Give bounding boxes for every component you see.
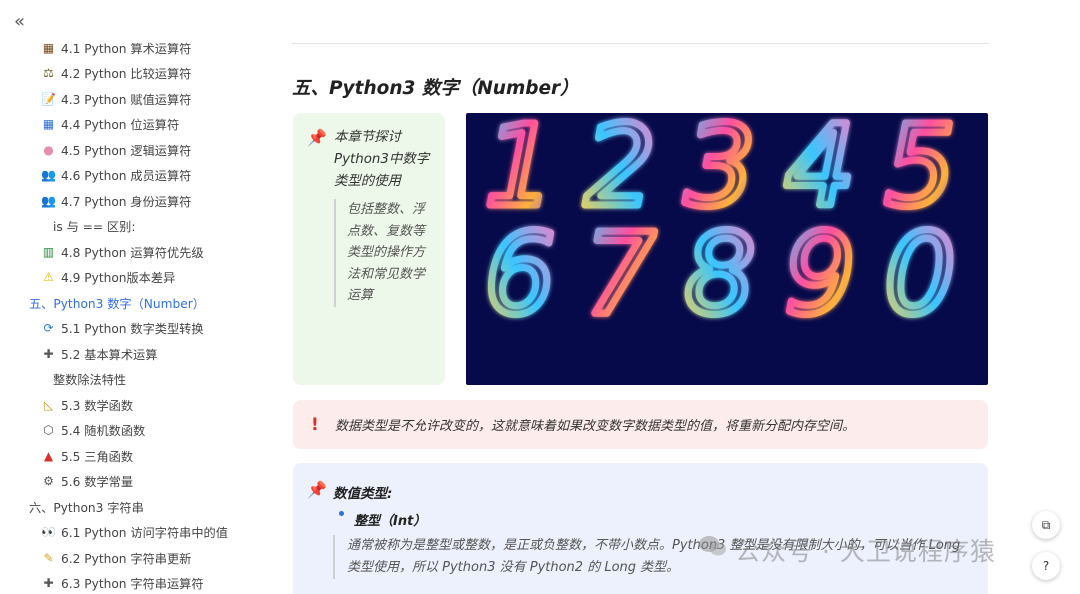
- numeric-types-callout: 📌 数值类型: 整型（Int） 通常被称为是整型或整数，是正或负整数，不带小数点…: [293, 463, 988, 594]
- toc-item[interactable]: ◺ 5.3 数学函数: [0, 392, 268, 418]
- memo-icon: 📝: [41, 91, 56, 106]
- help-button[interactable]: ?: [1032, 552, 1060, 580]
- callout-quote: 包括整数、浮点数、复数等类型的操作方法和常见数学运算: [334, 199, 435, 307]
- toc-item-label: 五、Python3 数字（Number）: [29, 296, 205, 311]
- toc-item-label: 4.3 Python 赋值运算符: [61, 92, 192, 107]
- toc-item-label: 6.1 Python 访问字符串中的值: [61, 526, 228, 541]
- toc-item[interactable]: ▥ 4.8 Python 运算符优先级: [0, 239, 268, 265]
- neon-digit: 9: [784, 210, 855, 340]
- pushpin-icon: 📌: [307, 480, 327, 499]
- section-heading: 五、Python3 数字（Number）: [292, 78, 579, 99]
- toc-item[interactable]: ⚙ 5.6 数学常量: [0, 469, 268, 495]
- dice-icon: ⬡: [43, 423, 54, 438]
- toc-item-label: 5.5 三角函数: [61, 449, 134, 464]
- refresh-icon: ⟳: [43, 321, 54, 336]
- toc-item-label: 4.8 Python 运算符优先级: [61, 245, 204, 260]
- wechat-watermark: 公众号 · 大卫说程序猿: [735, 537, 996, 566]
- toc-item-label: 六、Python3 字符串: [29, 500, 144, 515]
- abacus-icon: ▦: [42, 40, 55, 55]
- toc-item-label: 4.9 Python版本差异: [61, 271, 176, 286]
- toc-item[interactable]: ⚠ 4.9 Python版本差异: [0, 265, 268, 291]
- exclamation-icon: !: [311, 414, 319, 435]
- toc-item-label: 整数除法特性: [53, 373, 127, 388]
- toc-item[interactable]: 👥 4.7 Python 身份运算符: [0, 188, 268, 214]
- toc-item-label: 4.6 Python 成员运算符: [61, 169, 192, 184]
- warning-text: 数据类型是不允许改变的，这就意味着如果改变数字数据类型的值，将重新分配内存空间。: [335, 419, 856, 434]
- bullet-dot: [339, 511, 344, 516]
- wechat-logo-icon: [699, 536, 726, 556]
- toc-item[interactable]: 五、Python3 数字（Number）: [0, 290, 268, 316]
- int-bullet-label: 整型（Int）: [354, 514, 427, 529]
- brain-icon: ●: [43, 142, 54, 157]
- bar-chart-icon: ▥: [42, 244, 55, 259]
- toc-item-label: 5.3 数学函数: [61, 398, 134, 413]
- toc-item[interactable]: 👀 6.1 Python 访问字符串中的值: [0, 520, 268, 546]
- toc-item-label: 4.2 Python 比较运算符: [61, 67, 192, 82]
- toc-item-label: 5.6 数学常量: [61, 475, 134, 490]
- collapse-sidebar-button[interactable]: «: [14, 13, 25, 31]
- copy-page-button[interactable]: ⧉: [1032, 511, 1060, 539]
- pencil-icon: ✎: [43, 550, 54, 565]
- warning-callout: ! 数据类型是不允许改变的，这就意味着如果改变数字数据类型的值，将重新分配内存空…: [293, 400, 988, 449]
- warning-icon: ⚠: [43, 270, 54, 285]
- toc-item[interactable]: ▦ 4.1 Python 算术运算符: [0, 35, 268, 61]
- toc-item-label: 5.4 随机数函数: [61, 424, 146, 439]
- toc-item[interactable]: ▲ 5.5 三角函数: [0, 443, 268, 469]
- toc-item-label: 4.1 Python 算术运算符: [61, 41, 192, 56]
- toc-item-label: 5.2 基本算术运算: [61, 347, 158, 362]
- divider: [292, 43, 989, 44]
- grid-icon: ▦: [42, 117, 55, 132]
- toc-item[interactable]: 📝 4.3 Python 赋值运算符: [0, 86, 268, 112]
- gear-icon: ⚙: [43, 474, 54, 489]
- plus-icon: ✚: [43, 576, 54, 591]
- toc-item[interactable]: 六、Python3 字符串: [0, 494, 268, 520]
- neon-digit: 7: [584, 210, 655, 340]
- hero-image-neon-digits: 1234567890: [466, 113, 988, 385]
- toc-item[interactable]: ⬡ 5.4 随机数函数: [0, 418, 268, 444]
- toc-item[interactable]: ⚖ 4.2 Python 比较运算符: [0, 61, 268, 87]
- numeric-types-title: 数值类型:: [333, 486, 393, 502]
- neon-digit: 8: [684, 210, 755, 340]
- people-icon: 👥: [41, 168, 56, 183]
- sidebar-toc: « ▦ 4.1 Python 算术运算符 ⚖ 4.2 Python 比较运算符 📝 4.3…: [0, 0, 268, 594]
- toc-item-label: 6.3 Python 字符串运算符: [61, 577, 204, 592]
- callout-title: 本章节探讨Python3中数字类型的使用: [334, 130, 430, 189]
- scales-icon: ⚖: [43, 66, 54, 81]
- red-triangle-icon: ▲: [43, 448, 54, 463]
- toc-item-label: 6.2 Python 字符串更新: [61, 551, 192, 566]
- toc-item[interactable]: ● 4.5 Python 逻辑运算符: [0, 137, 268, 163]
- main-content: 五、Python3 数字（Number） 📌 本章节探讨Python3中数字类型…: [292, 0, 989, 594]
- toc-item[interactable]: ✚ 6.3 Python 字符串运算符: [0, 571, 268, 594]
- toc-item[interactable]: is 与 == 区别:: [0, 214, 268, 240]
- toc-item-label: is 与 == 区别:: [53, 220, 136, 235]
- neon-digit: 0: [884, 210, 955, 340]
- toc-item[interactable]: ⟳ 5.1 Python 数字类型转换: [0, 316, 268, 342]
- toc-item[interactable]: ✚ 5.2 基本算术运算: [0, 341, 268, 367]
- toc-item[interactable]: ▦ 4.4 Python 位运算符: [0, 112, 268, 138]
- neon-digits-illustration: 1 2 3 4 56 7 8 9 0: [481, 113, 959, 344]
- toc-item[interactable]: 整数除法特性: [0, 367, 268, 393]
- toc-item[interactable]: ✎ 6.2 Python 字符串更新: [0, 545, 268, 571]
- eyes-icon: 👀: [41, 525, 56, 540]
- toc-item-label: 5.1 Python 数字类型转换: [61, 322, 204, 337]
- toc-item-label: 4.5 Python 逻辑运算符: [61, 143, 192, 158]
- toc-item-label: 4.7 Python 身份运算符: [61, 194, 192, 209]
- toc-item[interactable]: 👥 4.6 Python 成员运算符: [0, 163, 268, 189]
- people-icon: 👥: [41, 193, 56, 208]
- triangle-ruler-icon: ◺: [43, 397, 54, 412]
- plus-icon: ✚: [43, 346, 54, 361]
- intro-callout: 📌 本章节探讨Python3中数字类型的使用 包括整数、浮点数、复数等类型的操作…: [293, 113, 445, 385]
- neon-digit: 6: [484, 210, 555, 340]
- pushpin-icon: 📌: [307, 128, 327, 147]
- toc-item-label: 4.4 Python 位运算符: [61, 118, 180, 133]
- toc-list: ▦ 4.1 Python 算术运算符 ⚖ 4.2 Python 比较运算符 📝 4.3 P…: [0, 35, 268, 594]
